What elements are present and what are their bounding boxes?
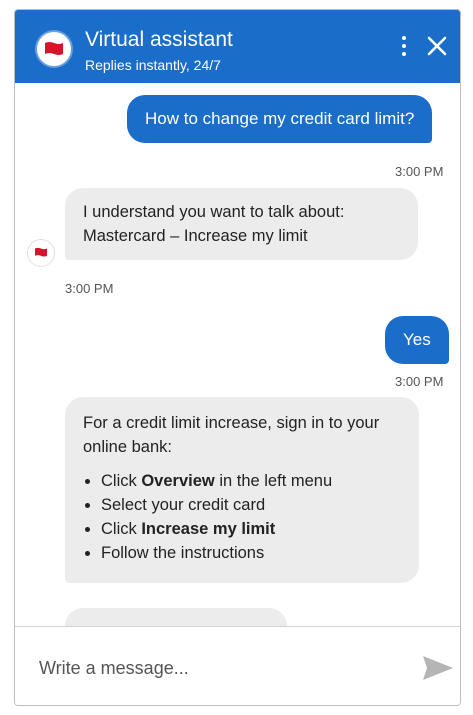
user-message: How to change my credit card limit? [127, 95, 433, 143]
close-button[interactable] [423, 32, 451, 60]
send-button[interactable] [422, 654, 454, 682]
list-item: Click Overview in the left menu [101, 469, 401, 493]
more-options-button[interactable] [398, 36, 410, 58]
message-timestamp: 3:00 PM [65, 281, 114, 296]
bot-message: For a credit limit increase, sign in to … [65, 397, 419, 583]
instruction-list: Click Overview in the left menu Select y… [83, 469, 401, 565]
list-item: Select your credit card [101, 493, 401, 517]
bot-message-line: I understand you want to talk about: [83, 203, 345, 221]
list-item: Follow the instructions [101, 541, 401, 565]
red-flag-icon [35, 247, 47, 257]
send-icon [423, 656, 453, 680]
close-icon [427, 36, 447, 56]
bot-message: I understand you want to talk about: Mas… [65, 188, 418, 260]
assistant-avatar [37, 32, 71, 66]
red-flag-icon [45, 42, 63, 55]
bot-message-line: Mastercard – Increase my limit [83, 227, 308, 245]
chat-subtitle: Replies instantly, 24/7 [85, 57, 221, 73]
message-input[interactable] [37, 655, 401, 681]
bot-avatar [28, 240, 54, 266]
more-vertical-icon [402, 36, 406, 40]
message-list[interactable]: How to change my credit card limit? 3:00… [15, 83, 460, 626]
chat-title: Virtual assistant [85, 28, 233, 51]
message-timestamp: 3:00 PM [395, 374, 444, 389]
list-item: Click Increase my limit [101, 517, 401, 541]
chat-header: Virtual assistant Replies instantly, 24/… [15, 10, 460, 83]
bot-message-partial [65, 608, 287, 626]
chat-widget: Virtual assistant Replies instantly, 24/… [14, 9, 461, 706]
user-message: Yes [385, 316, 449, 364]
message-timestamp: 3:00 PM [395, 164, 444, 179]
composer [15, 626, 460, 705]
bot-message-intro: For a credit limit increase, sign in to … [83, 414, 380, 456]
